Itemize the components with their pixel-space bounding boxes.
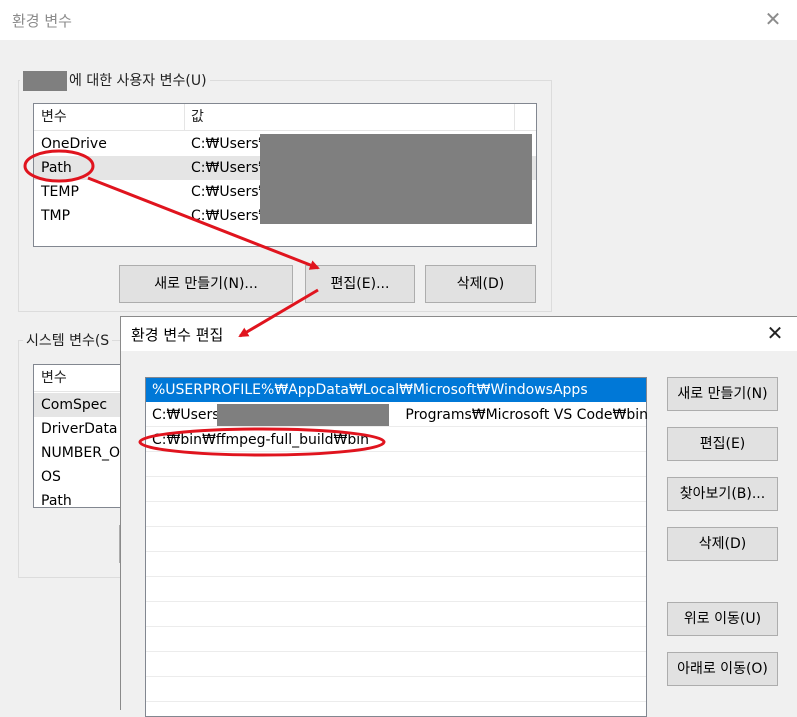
table-row[interactable]: OS <box>34 465 132 489</box>
user-variables-label: 에 대한 사용자 변수(U) <box>20 70 210 91</box>
delete-user-variable-button[interactable]: 삭제(D) <box>425 265 536 303</box>
column-header-variable[interactable]: 변수 <box>34 365 132 391</box>
edit-path-button[interactable]: 편집(E) <box>667 427 778 461</box>
edit-user-variable-button[interactable]: 편집(E)... <box>305 265 415 303</box>
list-item-empty[interactable] <box>146 653 646 677</box>
list-item-empty[interactable] <box>146 453 646 477</box>
move-up-button[interactable]: 위로 이동(U) <box>667 602 778 636</box>
window-title: 환경 변수 <box>12 12 72 30</box>
variable-name: NUMBER_O <box>41 445 120 461</box>
table-row[interactable]: DriverData <box>34 417 132 441</box>
variable-name: TEMP <box>41 184 79 200</box>
new-path-button[interactable]: 새로 만들기(N) <box>667 377 778 411</box>
delete-path-button[interactable]: 삭제(D) <box>667 527 778 561</box>
table-row[interactable]: NUMBER_O <box>34 441 132 465</box>
list-item-empty[interactable] <box>146 678 646 702</box>
redacted-username <box>23 71 67 91</box>
list-header: 변수 값 <box>34 104 536 131</box>
close-icon[interactable]: ✕ <box>760 6 786 32</box>
user-variables-label-text: 에 대한 사용자 변수(U) <box>69 73 207 89</box>
variable-name: Path <box>41 493 72 508</box>
path-entries-list[interactable]: %USERPROFILE%₩AppData₩Local₩Microsoft₩Wi… <box>145 377 649 717</box>
path-entry-text-suffix: Programs₩Microsoft VS Code₩bin <box>405 407 649 423</box>
list-item-selected[interactable]: %USERPROFILE%₩AppData₩Local₩Microsoft₩Wi… <box>146 378 646 402</box>
variable-name: Path <box>41 160 72 176</box>
table-row[interactable]: Path <box>34 489 132 508</box>
variable-name: ComSpec <box>41 397 108 413</box>
system-variables-list[interactable]: 변수 ComSpec DriverData NUMBER_O OS Path <box>33 364 133 508</box>
list-item-empty[interactable] <box>146 603 646 627</box>
path-entry-text: C:₩bin₩ffmpeg-full_build₩bin <box>152 432 370 448</box>
list-header: 변수 <box>34 365 132 392</box>
path-entry-text: %USERPROFILE%₩AppData₩Local₩Microsoft₩Wi… <box>152 382 588 398</box>
list-item[interactable]: C:₩bin₩ffmpeg-full_build₩bin <box>146 428 646 452</box>
table-row-selected[interactable]: ComSpec <box>34 393 132 417</box>
dialog-title: 환경 변수 편집 <box>131 326 224 344</box>
new-user-variable-button[interactable]: 새로 만들기(N)... <box>119 265 293 303</box>
system-variables-label: 시스템 변수(S <box>23 330 113 350</box>
column-divider[interactable] <box>514 104 515 130</box>
list-item-empty[interactable] <box>146 578 646 602</box>
list-item-empty[interactable] <box>146 553 646 577</box>
variable-name: OS <box>41 469 61 485</box>
close-icon[interactable]: ✕ <box>762 320 788 346</box>
list-item-empty[interactable] <box>146 628 646 652</box>
redacted-username-path <box>217 404 389 426</box>
move-down-button[interactable]: 아래로 이동(O) <box>667 652 778 686</box>
browse-button[interactable]: 찾아보기(B)... <box>667 477 778 511</box>
variable-name: DriverData <box>41 421 118 437</box>
list-item-empty[interactable] <box>146 478 646 502</box>
variable-name: TMP <box>41 208 71 224</box>
list-item-empty[interactable] <box>146 503 646 527</box>
window-titlebar <box>0 0 797 40</box>
variable-name: OneDrive <box>41 136 107 152</box>
list-item-empty[interactable] <box>146 528 646 552</box>
column-header-value[interactable]: 값 <box>184 104 514 130</box>
column-header-variable[interactable]: 변수 <box>34 104 184 130</box>
redacted-paths <box>260 134 532 224</box>
